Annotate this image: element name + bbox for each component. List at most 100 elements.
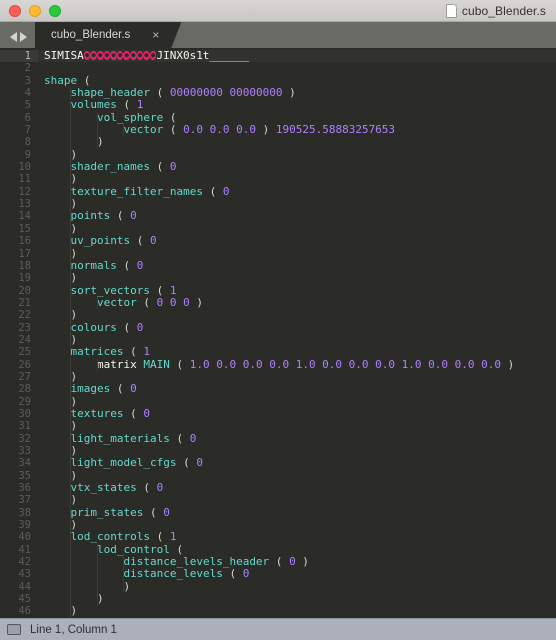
code-token: 0 — [137, 259, 144, 272]
code-token: uv_points — [71, 234, 131, 247]
control-character-glyph: ● — [143, 51, 150, 60]
code-line-content[interactable]: matrix MAIN ( 1.0 0.0 0.0 0.0 1.0 0.0 0.… — [38, 359, 556, 371]
control-character-glyph: ● — [137, 51, 144, 60]
code-token: MAIN — [143, 358, 170, 371]
tab-cubo-blender-s[interactable]: cubo_Blender.s × — [35, 22, 181, 48]
code-line[interactable]: 1SIMISA●●●●●●●●●●●JINX0s1t______ — [0, 50, 556, 62]
code-token: ) — [44, 148, 77, 161]
line-number: 7 — [0, 124, 38, 136]
line-number: 4 — [0, 87, 38, 99]
code-line[interactable]: 45 ) — [0, 593, 556, 605]
code-line-content[interactable]: SIMISA●●●●●●●●●●●JINX0s1t______ — [38, 50, 556, 62]
code-line-content[interactable]: vector ( 0 0 0 ) — [38, 297, 556, 309]
code-line-content[interactable]: textures ( 0 — [38, 408, 556, 420]
code-line[interactable]: 26 matrix MAIN ( 1.0 0.0 0.0 0.0 1.0 0.0… — [0, 359, 556, 371]
code-token: textures — [71, 407, 124, 420]
code-line-content[interactable]: prim_states ( 0 — [38, 507, 556, 519]
zoom-window-button[interactable] — [49, 5, 61, 17]
code-token: shape — [44, 74, 77, 87]
control-character-glyph: ● — [130, 51, 137, 60]
code-line[interactable]: 23 colours ( 0 — [0, 322, 556, 334]
code-line-content[interactable]: images ( 0 — [38, 383, 556, 395]
line-number: 36 — [0, 482, 38, 494]
display-icon — [7, 624, 21, 635]
code-line[interactable]: 21 vector ( 0 0 0 ) — [0, 297, 556, 309]
code-line[interactable]: 30 textures ( 0 — [0, 408, 556, 420]
code-line-content[interactable] — [38, 62, 556, 74]
code-line[interactable]: 14 points ( 0 — [0, 210, 556, 222]
code-line-content[interactable]: ) — [38, 593, 556, 605]
line-number: 21 — [0, 297, 38, 309]
code-editor[interactable]: 1SIMISA●●●●●●●●●●●JINX0s1t______23shape … — [0, 48, 556, 618]
code-line[interactable]: 46 ) — [0, 605, 556, 617]
code-line[interactable]: 10 shader_names ( 0 — [0, 161, 556, 173]
line-number: 39 — [0, 519, 38, 531]
code-token: ) — [44, 247, 77, 260]
code-token: ) — [296, 555, 309, 568]
code-token: ) — [44, 197, 77, 210]
code-lines[interactable]: 1SIMISA●●●●●●●●●●●JINX0s1t______23shape … — [0, 48, 556, 618]
code-line-content[interactable]: vector ( 0.0 0.0 0.0 ) 190525.5888325765… — [38, 124, 556, 136]
code-line-content[interactable]: texture_filter_names ( 0 — [38, 186, 556, 198]
code-line[interactable]: 18 normals ( 0 — [0, 260, 556, 272]
line-number: 9 — [0, 149, 38, 161]
code-line[interactable]: 12 texture_filter_names ( 0 — [0, 186, 556, 198]
code-line[interactable]: 32 light_materials ( 0 — [0, 433, 556, 445]
code-token: 0 — [190, 432, 197, 445]
line-number: 30 — [0, 408, 38, 420]
code-token: ) — [44, 135, 104, 148]
code-token — [44, 530, 71, 543]
code-token: normals — [71, 259, 117, 272]
line-number: 46 — [0, 605, 38, 617]
document-icon — [446, 4, 457, 18]
code-token: ) — [190, 296, 203, 309]
line-number: 15 — [0, 223, 38, 235]
code-token: 1 — [170, 530, 177, 543]
code-line-content[interactable]: shader_names ( 0 — [38, 161, 556, 173]
code-line[interactable]: 28 images ( 0 — [0, 383, 556, 395]
code-token: sort_vectors — [71, 284, 150, 297]
control-character-glyph: ● — [123, 51, 130, 60]
code-token: ( — [137, 481, 157, 494]
window-titlebar: cubo_Blender.s — [0, 0, 556, 22]
arrow-right-icon[interactable] — [20, 32, 27, 42]
code-line[interactable]: 16 uv_points ( 0 — [0, 235, 556, 247]
code-line[interactable]: 38 prim_states ( 0 — [0, 507, 556, 519]
code-token: vector — [123, 123, 163, 136]
code-line-content[interactable]: light_materials ( 0 — [38, 433, 556, 445]
code-line-content[interactable]: colours ( 0 — [38, 322, 556, 334]
line-number: 37 — [0, 494, 38, 506]
code-token: ( — [143, 506, 163, 519]
control-character-glyph: ● — [97, 51, 104, 60]
code-line-content[interactable]: uv_points ( 0 — [38, 235, 556, 247]
code-token: 1.0 0.0 0.0 0.0 1.0 0.0 0.0 0.0 1.0 0.0 … — [190, 358, 501, 371]
minimize-window-button[interactable] — [29, 5, 41, 17]
code-line-content[interactable]: vtx_states ( 0 — [38, 482, 556, 494]
editor-window: cubo_Blender.s cubo_Blender.s × 1SIMISA●… — [0, 0, 556, 640]
code-token: vol_sphere — [97, 111, 163, 124]
code-token: 0 — [243, 567, 250, 580]
cursor-position-label: Line 1, Column 1 — [30, 624, 117, 636]
line-number: 10 — [0, 161, 38, 173]
code-line-content[interactable]: light_model_cfgs ( 0 — [38, 457, 556, 469]
code-token: shader_names — [71, 160, 150, 173]
line-number: 42 — [0, 556, 38, 568]
tab-navigation — [0, 32, 35, 48]
code-line-content[interactable]: ) — [38, 136, 556, 148]
code-token: lod_control — [97, 543, 170, 556]
code-line-content[interactable]: normals ( 0 — [38, 260, 556, 272]
code-token: ( — [110, 382, 130, 395]
line-number: 44 — [0, 581, 38, 593]
code-token: ) — [44, 333, 77, 346]
code-token: 1 — [170, 284, 177, 297]
code-token — [44, 284, 71, 297]
code-line-content[interactable]: ) — [38, 605, 556, 617]
arrow-left-icon[interactable] — [10, 32, 17, 42]
code-line-content[interactable]: ) — [38, 581, 556, 593]
code-line[interactable]: 36 vtx_states ( 0 — [0, 482, 556, 494]
code-line[interactable]: 34 light_model_cfgs ( 0 — [0, 457, 556, 469]
code-line-content[interactable]: points ( 0 — [38, 210, 556, 222]
code-line[interactable]: 8 ) — [0, 136, 556, 148]
close-window-button[interactable] — [9, 5, 21, 17]
close-icon[interactable]: × — [152, 29, 159, 41]
